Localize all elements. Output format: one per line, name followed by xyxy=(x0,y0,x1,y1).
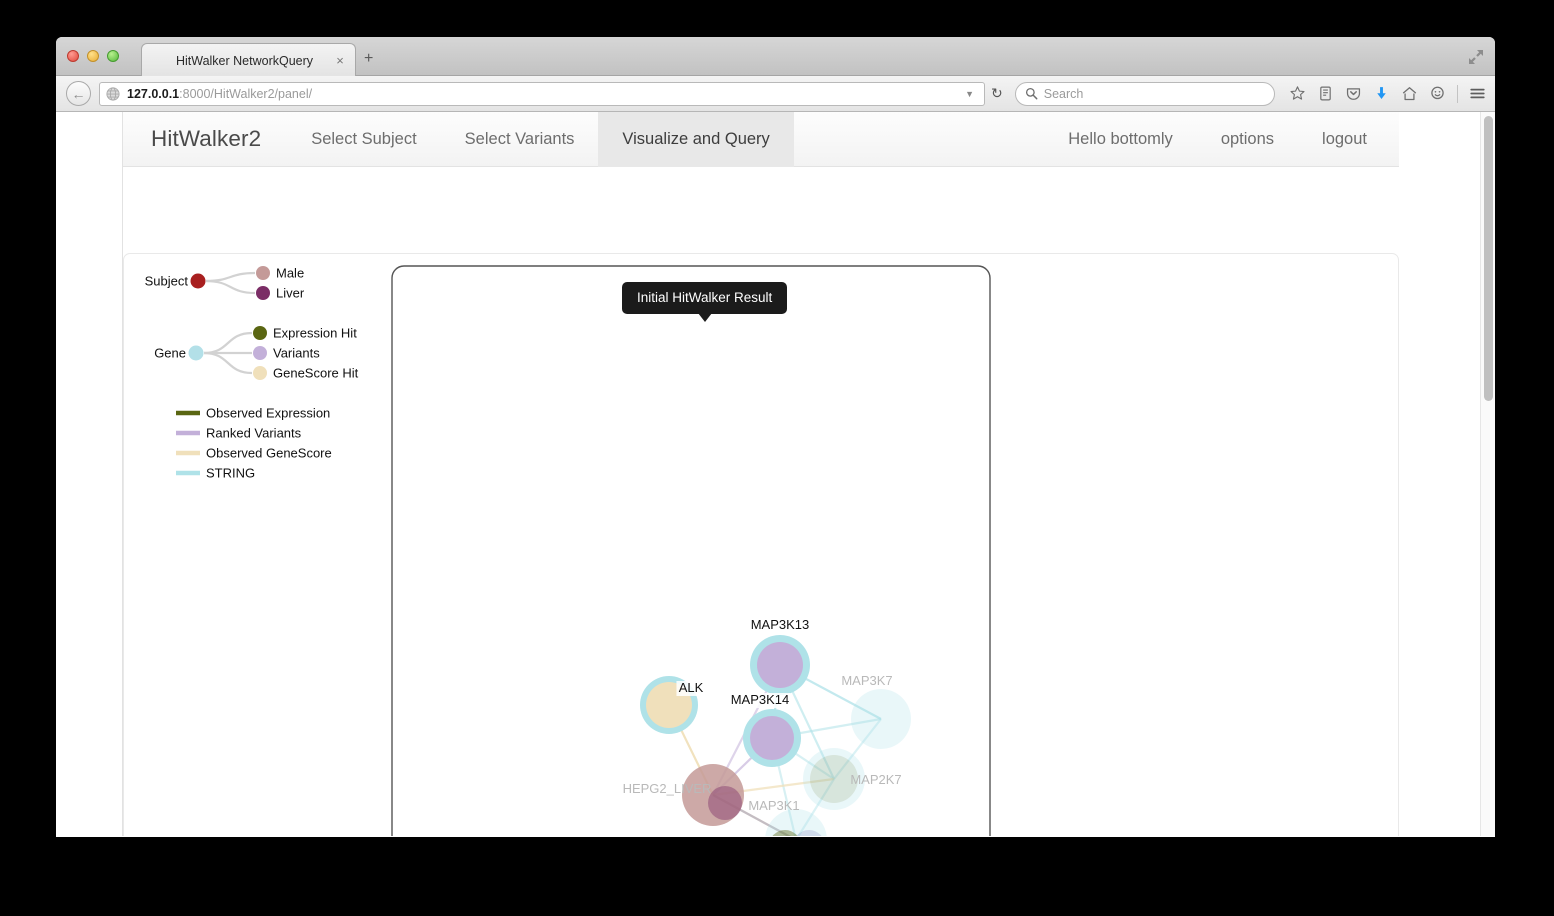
page-left-margin xyxy=(56,112,123,836)
legend-node-genescore-hit xyxy=(253,366,267,380)
legend-node-male xyxy=(256,266,270,280)
graph-node-map3k7[interactable] xyxy=(851,689,911,749)
app-navbar-right: Hello bottomly options logout xyxy=(1044,112,1399,167)
url-path: :8000/HitWalker2/panel/ xyxy=(179,86,313,101)
legend-link xyxy=(205,271,256,283)
graph-node-map3k13[interactable] xyxy=(750,635,810,695)
back-button[interactable]: ← xyxy=(66,81,91,106)
legend-node-group-gene: Gene Expression Hit Variants GeneScore Hit xyxy=(154,326,358,381)
visualization-panel: Subject Male Liver Gene Expression Hit Varian… xyxy=(123,253,1399,836)
fullscreen-icon[interactable] xyxy=(1467,48,1485,66)
maximize-window-button[interactable] xyxy=(107,50,119,62)
browser-window: HitWalker NetworkQuery × + ← 127.0.0.1:8… xyxy=(56,37,1495,837)
url-host: 127.0.0.1 xyxy=(127,86,180,101)
legend-node-expression-hit xyxy=(253,326,267,340)
nav-link-options[interactable]: options xyxy=(1197,112,1298,167)
graph-node-ring xyxy=(851,689,911,749)
hamburger-menu-icon[interactable] xyxy=(1469,85,1486,102)
search-icon xyxy=(1025,87,1038,100)
window-traffic-lights xyxy=(67,50,119,62)
legend-link xyxy=(203,331,253,355)
download-icon[interactable] xyxy=(1373,85,1390,102)
page-scrollbar[interactable] xyxy=(1480,112,1495,836)
legend-edge-label: STRING xyxy=(206,466,255,481)
browser-toolbar-icons xyxy=(1289,84,1486,103)
graph-node-inner xyxy=(757,642,803,688)
legend-child-label: Expression Hit xyxy=(273,326,357,341)
legend-node-group-subject: Subject Male Liver xyxy=(145,266,305,301)
page-viewport: HitWalker2 Select Subject Select Variant… xyxy=(56,112,1495,836)
legend-node-variants xyxy=(253,346,267,360)
new-tab-icon[interactable]: + xyxy=(364,51,373,67)
legend-child-label: Liver xyxy=(276,286,305,301)
tooltip-arrow xyxy=(697,313,712,322)
tab-close-icon[interactable]: × xyxy=(331,54,349,67)
toolbar-divider xyxy=(1456,84,1458,103)
legend-edge-label: Observed GeneScore xyxy=(206,446,332,461)
url-bar[interactable]: 127.0.0.1:8000/HitWalker2/panel/ ▼ xyxy=(99,81,985,106)
graph-node-inner xyxy=(708,786,742,820)
legend-node-gene xyxy=(188,345,204,361)
legend-edge-observed-genescore: Observed GeneScore xyxy=(176,446,332,461)
pocket-icon[interactable] xyxy=(1345,85,1362,102)
legend-edge-observed-expression: Observed Expression xyxy=(176,406,330,421)
graph-node-label: MAP2K7 xyxy=(850,772,901,787)
legend-node-liver xyxy=(256,286,270,300)
browser-titlebar: HitWalker NetworkQuery × + xyxy=(56,37,1495,77)
network-graph[interactable]: MAP3K13 ALK MAP3K14 MAP3K7 MAP2K7 HEPG2_LIVER… xyxy=(391,265,991,836)
legend-edge-label: Observed Expression xyxy=(206,406,330,421)
app-navbar: HitWalker2 Select Subject Select Variant… xyxy=(123,112,1399,167)
graph-tooltip: Initial HitWalker Result xyxy=(622,282,788,322)
legend-link xyxy=(203,351,253,375)
graph-node-label: MAP3K1 xyxy=(748,798,799,813)
graph-tooltip-text: Initial HitWalker Result xyxy=(637,290,773,305)
graph-legend: Subject Male Liver Gene Expression Hit Varian… xyxy=(145,266,359,481)
legend-edge-label: Ranked Variants xyxy=(206,426,302,441)
nav-link-logout[interactable]: logout xyxy=(1298,112,1391,167)
minimize-window-button[interactable] xyxy=(87,50,99,62)
search-placeholder: Search xyxy=(1043,86,1084,101)
app-brand[interactable]: HitWalker2 xyxy=(123,126,287,152)
scrollbar-thumb[interactable] xyxy=(1484,116,1493,401)
legend-child-label: Variants xyxy=(273,346,320,361)
legend-child-label: Male xyxy=(276,266,304,281)
chevron-down-icon[interactable]: ▼ xyxy=(965,89,978,99)
graph-node-label: MAP3K14 xyxy=(731,692,790,707)
graph-node-label: ALK xyxy=(679,680,704,695)
nav-link-visualize-and-query[interactable]: Visualize and Query xyxy=(598,112,794,167)
graph-node-label: MAP3K7 xyxy=(841,673,892,688)
legend-child-label: GeneScore Hit xyxy=(273,366,359,381)
legend-root-label: Gene xyxy=(154,346,186,361)
graph-node-label: MAP3K13 xyxy=(751,617,810,632)
nav-link-select-variants[interactable]: Select Variants xyxy=(441,112,599,167)
legend-node-subject xyxy=(190,273,206,289)
graph-node-label: HEPG2_LIVER xyxy=(623,781,712,796)
search-input[interactable]: Search xyxy=(1014,81,1275,106)
legend-edge-string: STRING xyxy=(176,466,255,481)
url-text: 127.0.0.1:8000/HitWalker2/panel/ xyxy=(127,87,312,101)
home-icon[interactable] xyxy=(1401,85,1418,102)
nav-link-hello-user: Hello bottomly xyxy=(1068,129,1173,148)
legend-edge-ranked-variants: Ranked Variants xyxy=(176,426,302,441)
reload-button[interactable]: ↻ xyxy=(991,85,1003,102)
bookmark-star-icon[interactable] xyxy=(1289,85,1306,102)
graph-node-map3k14[interactable] xyxy=(743,709,801,767)
legend-link xyxy=(205,279,256,295)
reading-list-icon[interactable] xyxy=(1317,85,1334,102)
close-window-button[interactable] xyxy=(67,50,79,62)
browser-toolbar: ← 127.0.0.1:8000/HitWalker2/panel/ ▼ ↻ S… xyxy=(56,76,1495,112)
globe-icon xyxy=(106,86,120,101)
nav-link-select-subject[interactable]: Select Subject xyxy=(287,112,440,167)
sync-chat-icon[interactable] xyxy=(1429,85,1446,102)
graph-node-inner xyxy=(750,716,794,760)
browser-tab[interactable]: HitWalker NetworkQuery × xyxy=(141,43,356,77)
legend-root-label: Subject xyxy=(145,274,189,289)
browser-tab-title: HitWalker NetworkQuery xyxy=(175,53,314,68)
